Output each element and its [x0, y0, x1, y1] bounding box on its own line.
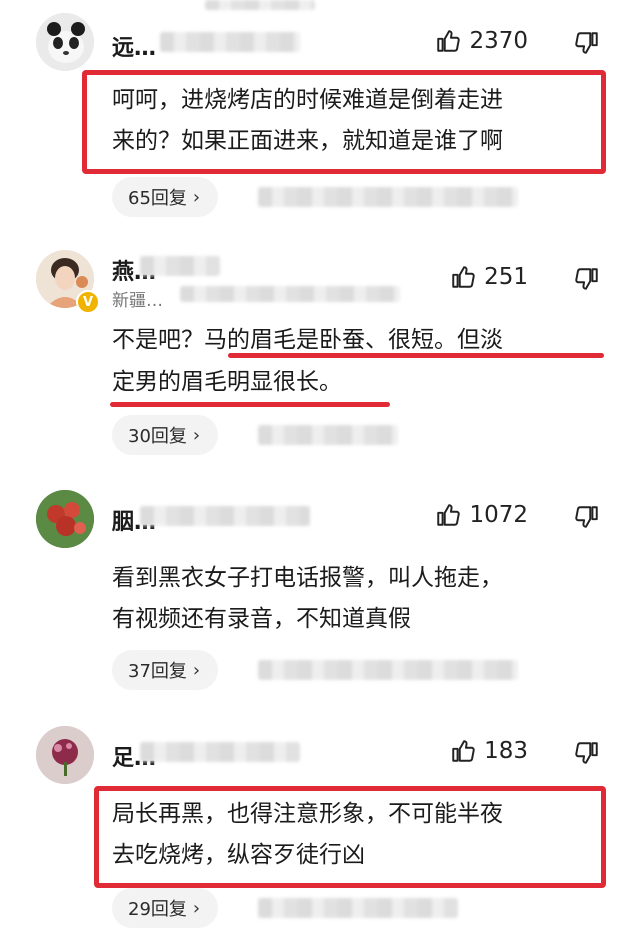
- chevron-right-icon: ›: [192, 186, 201, 208]
- avatar-image: [36, 490, 94, 548]
- comment-2: V 燕… 新疆… 251 不是吧？马的眉毛是卧蚕、很短。但淡 定男的眉毛明显很长…: [0, 230, 640, 470]
- comment-4: 足… 183 局长再黑，也得注意形象，不可能半夜 去吃烧烤，纵容歹徒行凶 29回…: [0, 710, 640, 948]
- like-count: 2370: [469, 28, 528, 54]
- username[interactable]: 远…: [112, 30, 156, 62]
- replies-button[interactable]: 37回复 ›: [112, 650, 219, 690]
- censored-reply-preview: [258, 660, 518, 680]
- comment-text-line: 局长再黑，也得注意形象，不可能半夜: [112, 801, 503, 827]
- thumbs-down-icon[interactable]: [574, 504, 600, 530]
- comment-text-plain: 不是吧？: [112, 327, 204, 353]
- thumbs-up-icon: [437, 504, 461, 526]
- replies-button[interactable]: 65回复 ›: [112, 177, 219, 217]
- thumbs-down-icon[interactable]: [574, 30, 600, 56]
- replies-count: 29回复: [128, 899, 187, 920]
- like-button[interactable]: 251: [450, 264, 528, 290]
- avatar[interactable]: [36, 490, 94, 548]
- user-location: 新疆…: [112, 291, 163, 311]
- comment-3: 胭… 1072 看到黑衣女子打电话报警，叫人拖走， 有视频还有录音，不知道真假 …: [0, 470, 640, 710]
- censored-username: [140, 506, 310, 526]
- replies-button[interactable]: 29回复 ›: [112, 888, 219, 928]
- like-count: 1072: [469, 502, 528, 528]
- comment-text-line: 看到黑衣女子打电话报警，叫人拖走，: [112, 565, 503, 591]
- avatar[interactable]: [36, 726, 94, 784]
- censored-username: [160, 32, 300, 52]
- like-count: 251: [484, 264, 528, 290]
- thumbs-up-icon: [437, 30, 461, 52]
- like-button[interactable]: 1072: [435, 502, 528, 528]
- comment-text-line: 去吃烧烤，纵容歹徒行凶: [112, 842, 365, 868]
- comment-text-line: 定男的眉毛明显很长。: [112, 369, 342, 395]
- thumbs-down-icon[interactable]: [574, 266, 600, 292]
- chevron-right-icon: ›: [192, 897, 201, 919]
- comment-1: 远… 2370 呵呵，进烧烤店的时候难道是倒着走进 来的？如果正面进来，就知道是…: [0, 0, 640, 230]
- like-count: 183: [484, 738, 528, 764]
- thumbs-up-icon: [452, 740, 475, 762]
- like-button[interactable]: 183: [450, 738, 528, 764]
- censored-username: [140, 742, 300, 762]
- thumbs-down-icon[interactable]: [574, 740, 600, 766]
- censored-username: [140, 256, 220, 276]
- chevron-right-icon: ›: [192, 659, 201, 681]
- avatar-image: [36, 726, 94, 784]
- comment-text-line: 有视频还有录音，不知道真假: [112, 606, 411, 632]
- censored-mark: [205, 0, 315, 10]
- like-button[interactable]: 2370: [435, 28, 528, 54]
- chevron-right-icon: ›: [192, 424, 201, 446]
- replies-count: 37回复: [128, 661, 187, 682]
- censored-reply-preview: [258, 187, 518, 207]
- comment-text-underlined: 马的眉毛是卧蚕、很短。但淡: [204, 327, 503, 353]
- highlight-underline: [228, 353, 604, 358]
- censored-reply-preview: [258, 425, 398, 445]
- censored-reply-preview: [258, 898, 458, 918]
- avatar[interactable]: [36, 13, 94, 71]
- thumbs-up-icon: [452, 266, 475, 288]
- censored-user-info: [180, 286, 400, 302]
- avatar-image: [36, 13, 94, 71]
- replies-count: 65回复: [128, 188, 187, 209]
- highlight-underline: [110, 402, 390, 407]
- replies-button[interactable]: 30回复 ›: [112, 415, 219, 455]
- replies-count: 30回复: [128, 426, 187, 447]
- comment-text-line: 呵呵，进烧烤店的时候难道是倒着走进: [112, 87, 503, 113]
- verified-badge: V: [76, 290, 100, 314]
- comment-text-line: 来的？如果正面进来，就知道是谁了啊: [112, 128, 503, 154]
